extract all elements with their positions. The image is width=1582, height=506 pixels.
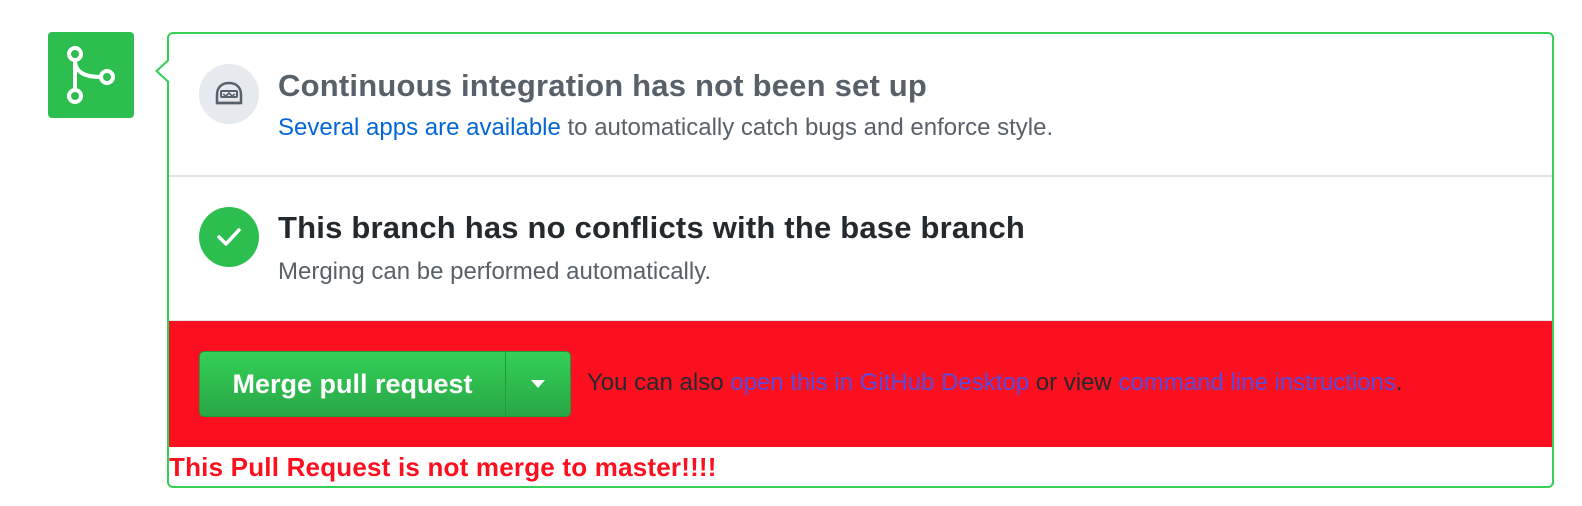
merge-pull-request-button[interactable]: Merge pull request bbox=[200, 352, 506, 416]
git-merge-icon bbox=[48, 32, 134, 118]
merge-hint-prefix: You can also bbox=[587, 369, 731, 396]
merge-hint-text: You can also open this in GitHub Desktop… bbox=[587, 369, 1403, 397]
ci-status-section: Continuous integration has not been set … bbox=[169, 34, 1552, 177]
ci-status-description-text: to automatically catch bugs and enforce … bbox=[560, 114, 1054, 141]
ci-robot-icon bbox=[199, 64, 259, 124]
merge-hint-middle: or view bbox=[1029, 369, 1119, 396]
conflicts-status-description: Merging can be performed automatically. bbox=[278, 258, 712, 285]
conflicts-status-section: This branch has no conflicts with the ba… bbox=[169, 177, 1552, 321]
ci-status-description: Several apps are available to automatica… bbox=[278, 114, 1053, 142]
ci-status-title: Continuous integration has not been set … bbox=[278, 68, 928, 103]
conflicts-status-title: This branch has no conflicts with the ba… bbox=[278, 210, 1026, 245]
apps-available-link[interactable]: Several apps are available bbox=[278, 114, 561, 141]
open-in-desktop-link[interactable]: open this in GitHub Desktop bbox=[730, 369, 1029, 396]
command-line-instructions-link[interactable]: command line instructions bbox=[1118, 369, 1395, 396]
merge-box-page: Continuous integration has not been set … bbox=[0, 0, 1582, 506]
warning-annotation: This Pull Request is not merge to master… bbox=[169, 452, 717, 482]
check-icon bbox=[199, 207, 259, 267]
merge-hint-suffix: . bbox=[1395, 369, 1403, 396]
panel-caret-fill bbox=[158, 61, 169, 81]
merge-status-panel: Continuous integration has not been set … bbox=[167, 32, 1554, 488]
merge-button-group: Merge pull request bbox=[199, 351, 571, 417]
caret-down-icon bbox=[531, 380, 545, 388]
merge-method-dropdown-button[interactable] bbox=[506, 352, 570, 416]
merge-action-area: Merge pull request You can also open thi… bbox=[169, 321, 1552, 447]
